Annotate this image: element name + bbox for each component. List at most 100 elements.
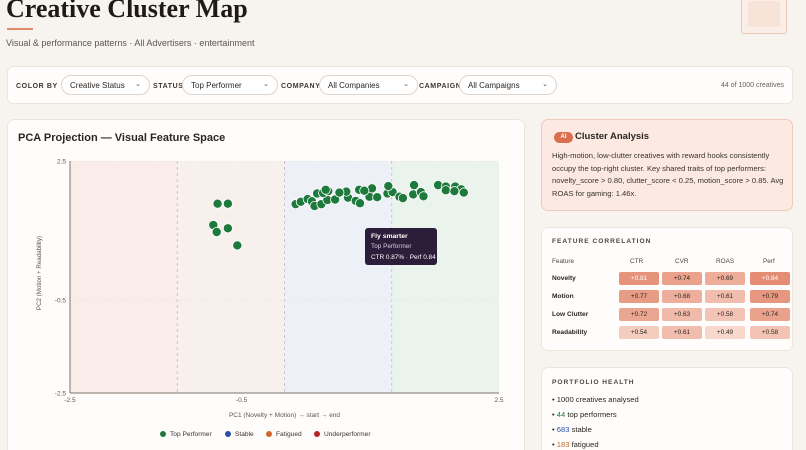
data-point bbox=[409, 180, 420, 191]
correlation-header-row: Feature CTR CVR ROAS Perf bbox=[552, 253, 790, 271]
corner-card[interactable] bbox=[741, 0, 787, 34]
data-point bbox=[232, 240, 243, 251]
tooltip-title: Fly smarter bbox=[371, 233, 408, 240]
data-point bbox=[440, 185, 451, 196]
legend-stable[interactable]: Stable bbox=[225, 431, 254, 438]
correlation-cell: +0.69 bbox=[705, 272, 745, 285]
column-header: Perf bbox=[763, 258, 775, 265]
legend-dot bbox=[225, 431, 231, 437]
correlation-cell: +0.68 bbox=[662, 290, 702, 303]
feature-name: Novelty bbox=[552, 275, 576, 282]
legend-label: Stable bbox=[235, 431, 254, 438]
health-count: 683 bbox=[556, 425, 570, 434]
legend-top-performer[interactable]: Top Performer bbox=[160, 431, 212, 438]
plot-region-band bbox=[70, 161, 178, 393]
health-count: 44 bbox=[556, 410, 566, 419]
x-tick-label: 2.5 bbox=[494, 397, 503, 404]
legend-label: Top Performer bbox=[170, 431, 212, 438]
campaign-select[interactable]: All Campaigns ⌄ bbox=[459, 75, 557, 95]
company-select[interactable]: All Companies ⌄ bbox=[319, 75, 418, 95]
tooltip-status: Top Performer bbox=[371, 243, 412, 250]
health-count: 183 bbox=[556, 440, 570, 449]
legend-underperformer[interactable]: Underperformer bbox=[314, 431, 371, 438]
correlation-cell: +0.74 bbox=[750, 308, 790, 321]
y-tick-label: 2.5 bbox=[57, 159, 66, 166]
data-point bbox=[211, 226, 222, 237]
correlation-cell: +0.74 bbox=[662, 272, 702, 285]
chevron-down-icon: ⌄ bbox=[542, 81, 548, 88]
status-select[interactable]: Top Performer ⌄ bbox=[182, 75, 278, 95]
color-by-select[interactable]: Creative Status ⌄ bbox=[61, 75, 150, 95]
feature-name: Motion bbox=[552, 293, 574, 300]
status-value: Top Performer bbox=[191, 81, 242, 90]
corner-card-inner bbox=[748, 1, 780, 27]
correlation-cell: +0.49 bbox=[705, 326, 745, 339]
analysis-body: High-motion, low-clutter creatives with … bbox=[552, 151, 784, 198]
analysis-title: Cluster Analysis bbox=[575, 131, 650, 142]
y-axis-label: PC2 (Motion + Readability) bbox=[36, 236, 43, 310]
health-item: • 1000 creatives analysed bbox=[552, 395, 639, 410]
company-label: COMPANY bbox=[281, 83, 321, 90]
campaign-value: All Campaigns bbox=[468, 81, 520, 90]
column-header: CTR bbox=[630, 258, 644, 265]
legend-fatigued[interactable]: Fatigued bbox=[266, 431, 302, 438]
correlation-row: Novelty +0.81 +0.74 +0.69 +0.84 bbox=[552, 271, 790, 289]
x-tick-label: -2.5 bbox=[64, 397, 76, 404]
plot-region-band bbox=[177, 161, 285, 393]
pca-scatter-plot: 2.5-0.5-2.5-2.5 -0.5 2.5PC1 (Novelty + Mot… bbox=[36, 159, 504, 420]
legend-dot bbox=[160, 431, 166, 437]
health-item: • 44 top performers bbox=[552, 410, 639, 425]
correlation-table: Feature CTR CVR ROAS Perf Novelty +0.81 +0… bbox=[552, 253, 790, 343]
portfolio-health-label: PORTFOLIO HEALTH bbox=[552, 379, 635, 386]
color-by-value: Creative Status bbox=[70, 81, 125, 90]
page-title: Creative Cluster Map bbox=[6, 0, 248, 23]
legend-dot bbox=[266, 431, 272, 437]
data-point bbox=[418, 191, 429, 202]
data-point bbox=[359, 185, 370, 196]
health-text: fatigued bbox=[569, 440, 599, 449]
y-tick-label: -0.5 bbox=[55, 298, 67, 305]
chevron-down-icon: ⌄ bbox=[135, 81, 141, 88]
feature-name: Readability bbox=[552, 329, 588, 336]
feature-correlation-label: FEATURE CORRELATION bbox=[552, 238, 652, 245]
health-count: 1000 bbox=[556, 395, 574, 404]
correlation-cell: +0.84 bbox=[750, 272, 790, 285]
legend-label: Fatigued bbox=[276, 431, 302, 438]
correlation-cell: +0.61 bbox=[705, 290, 745, 303]
page-subtitle: Visual & performance patterns · All Adve… bbox=[6, 38, 255, 48]
color-by-label: COLOR BY bbox=[16, 83, 58, 90]
correlation-cell: +0.77 bbox=[619, 290, 659, 303]
data-point bbox=[212, 198, 223, 209]
correlation-row: Motion +0.77 +0.68 +0.61 +0.79 bbox=[552, 289, 790, 307]
correlation-row: Low Clutter +0.72 +0.63 +0.58 +0.74 bbox=[552, 307, 790, 325]
legend-dot bbox=[314, 431, 320, 437]
x-axis-label: PC1 (Novelty + Motion) → start → end bbox=[229, 412, 340, 419]
health-text: top performers bbox=[565, 410, 617, 419]
feature-correlation-card: FEATURE CORRELATION Feature CTR CVR ROAS… bbox=[541, 227, 793, 351]
portfolio-health-list: • 1000 creatives analysed • 44 top perfor… bbox=[552, 395, 639, 450]
plot-region-band bbox=[391, 161, 499, 393]
correlation-row: Readability +0.54 +0.61 +0.49 +0.58 bbox=[552, 325, 790, 343]
chevron-down-icon: ⌄ bbox=[263, 81, 269, 88]
creative-count: 44 of 1000 creatives bbox=[720, 82, 784, 89]
correlation-cell: +0.81 bbox=[619, 272, 659, 285]
ai-badge: AI bbox=[554, 132, 573, 143]
title-underline bbox=[7, 28, 33, 30]
correlation-cell: +0.72 bbox=[619, 308, 659, 321]
health-text: stable bbox=[569, 425, 592, 434]
data-point bbox=[458, 187, 469, 198]
data-point bbox=[222, 198, 233, 209]
data-point bbox=[372, 192, 383, 203]
correlation-cell: +0.58 bbox=[705, 308, 745, 321]
health-text: creatives analysed bbox=[573, 395, 639, 404]
correlation-cell: +0.63 bbox=[662, 308, 702, 321]
pca-chart-card: PCA Projection — Visual Feature Space 2.… bbox=[7, 119, 525, 450]
legend-label: Underperformer bbox=[324, 431, 371, 438]
data-point bbox=[397, 193, 408, 204]
column-header: ROAS bbox=[716, 258, 735, 265]
company-value: All Companies bbox=[328, 81, 380, 90]
feature-name: Low Clutter bbox=[552, 311, 589, 318]
cluster-analysis-card: AI Cluster Analysis High-motion, low-clu… bbox=[541, 119, 793, 211]
data-point bbox=[449, 186, 460, 197]
chevron-down-icon: ⌄ bbox=[403, 81, 409, 88]
